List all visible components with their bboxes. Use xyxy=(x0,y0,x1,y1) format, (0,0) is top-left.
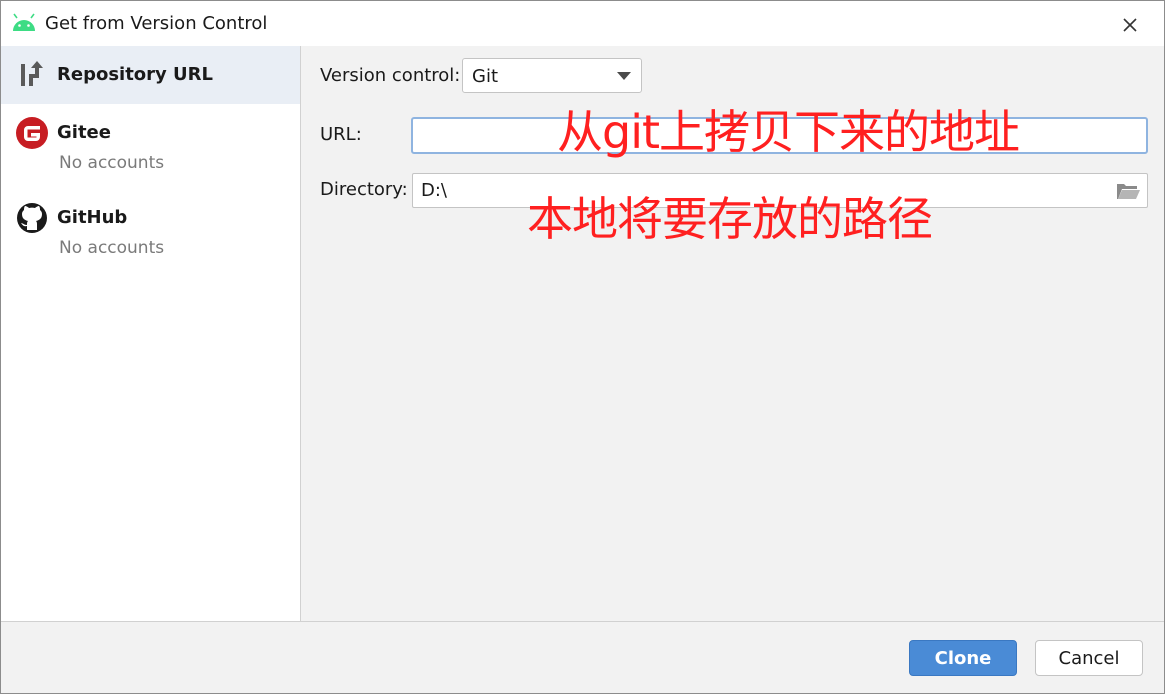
dialog-window: Get from Version Control Repository URL … xyxy=(0,0,1165,694)
github-icon xyxy=(17,203,47,233)
folder-open-icon[interactable] xyxy=(1115,180,1141,202)
sidebar-item-repository-url[interactable]: Repository URL xyxy=(1,46,300,104)
clone-button[interactable]: Clone xyxy=(909,640,1017,676)
sidebar-item-label: Repository URL xyxy=(57,64,213,85)
directory-value: D:\ xyxy=(421,180,447,201)
android-icon xyxy=(13,13,35,31)
sidebar-item-label: GitHub xyxy=(57,207,128,228)
directory-field[interactable]: D:\ xyxy=(412,173,1148,208)
url-label: URL: xyxy=(320,124,362,145)
close-button[interactable] xyxy=(1111,9,1149,41)
window-title: Get from Version Control xyxy=(45,13,268,34)
sidebar-item-sub: No accounts xyxy=(59,153,165,173)
gitee-icon xyxy=(16,117,48,149)
main-panel: Version control: Git URL: Directory: D:\… xyxy=(301,46,1164,621)
version-control-select[interactable]: Git xyxy=(462,58,642,93)
directory-label: Directory: xyxy=(320,179,408,200)
close-icon xyxy=(1123,18,1137,32)
version-control-label: Version control: xyxy=(320,65,461,86)
chevron-down-icon xyxy=(617,72,631,80)
url-input[interactable] xyxy=(411,117,1148,154)
sidebar: Repository URL Gitee No accounts GitHub … xyxy=(1,46,301,621)
repository-url-icon xyxy=(21,61,43,86)
sidebar-item-label: Gitee xyxy=(57,122,111,143)
sidebar-item-sub: No accounts xyxy=(59,238,165,258)
sidebar-item-github[interactable]: GitHub No accounts xyxy=(1,191,300,271)
cancel-button[interactable]: Cancel xyxy=(1035,640,1143,676)
title-bar: Get from Version Control xyxy=(1,1,1164,46)
footer: Clone Cancel xyxy=(1,621,1164,693)
sidebar-item-gitee[interactable]: Gitee No accounts xyxy=(1,106,300,186)
version-control-value: Git xyxy=(472,66,499,87)
